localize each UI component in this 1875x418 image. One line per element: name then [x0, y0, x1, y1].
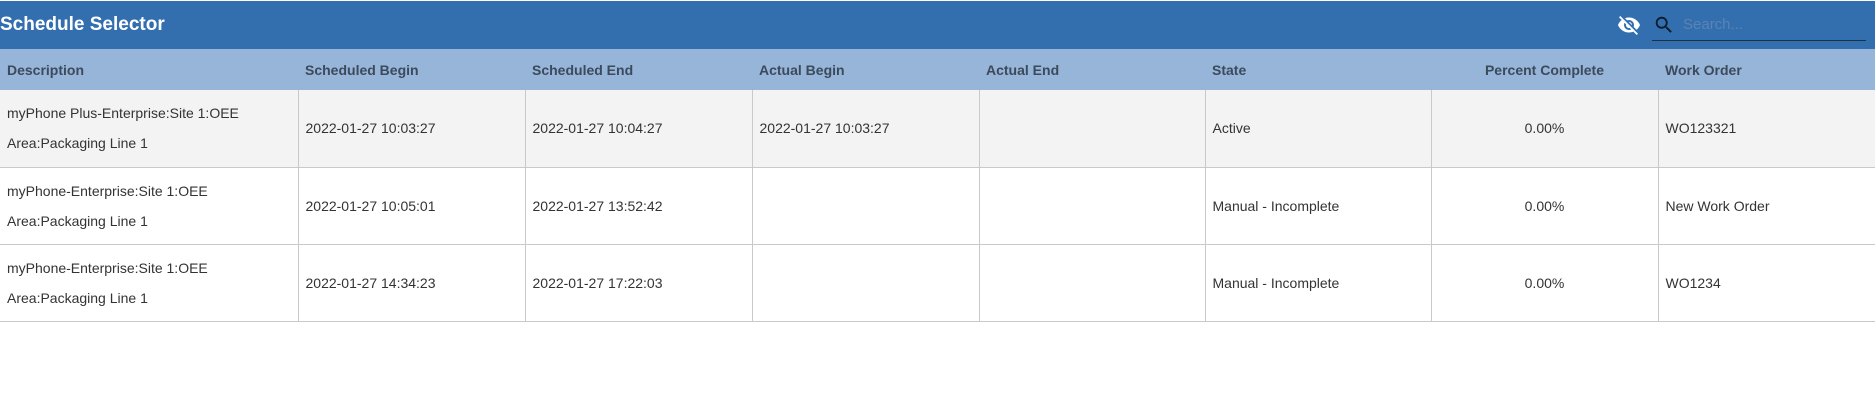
description-line-2: Area:Packaging Line 1: [7, 212, 148, 229]
page-title: Schedule Selector: [0, 14, 165, 35]
column-header-description[interactable]: Description: [0, 49, 298, 90]
column-header-percent-complete[interactable]: Percent Complete: [1431, 49, 1658, 90]
table-row[interactable]: myPhone-Enterprise:Site 1:OEE Area:Packa…: [0, 167, 1875, 244]
cell-actual-end: [979, 244, 1206, 321]
cell-percent-complete: 0.00%: [1431, 167, 1659, 244]
cell-work-order: New Work Order: [1665, 197, 1770, 214]
cell-state: Active: [1205, 90, 1432, 167]
search-input[interactable]: [1683, 16, 1863, 33]
description-line-2: Area:Packaging Line 1: [7, 289, 148, 306]
cell-scheduled-begin: 2022-01-27 10:03:27: [298, 90, 526, 167]
title-bar: Schedule Selector: [0, 1, 1875, 49]
description-line-1: myPhone-Enterprise:Site 1:OEE: [7, 182, 208, 199]
cell-scheduled-begin: 2022-01-27 10:05:01: [298, 167, 526, 244]
cell-percent-complete: 0.00%: [1431, 90, 1659, 167]
cell-description: myPhone Plus-Enterprise:Site 1:OEE Area:…: [0, 90, 299, 167]
cell-work-order: WO1234: [1665, 274, 1721, 291]
column-header-work-order[interactable]: Work Order: [1658, 49, 1875, 90]
column-header-actual-begin[interactable]: Actual Begin: [752, 49, 979, 90]
hide-filter-button[interactable]: [1616, 12, 1642, 38]
header-toolbar: [1616, 1, 1866, 49]
table-row[interactable]: myPhone Plus-Enterprise:Site 1:OEE Area:…: [0, 90, 1875, 167]
description-line-1: myPhone-Enterprise:Site 1:OEE: [7, 259, 208, 276]
cell-description: myPhone-Enterprise:Site 1:OEE Area:Packa…: [0, 244, 299, 321]
cell-actual-end: [979, 90, 1206, 167]
schedule-table: Description Scheduled Begin Scheduled En…: [0, 49, 1875, 322]
cell-actual-end: [979, 167, 1206, 244]
search-icon: [1653, 14, 1675, 36]
cell-actual-begin: 2022-01-27 10:03:27: [752, 90, 980, 167]
cell-state: Manual - Incomplete: [1205, 244, 1432, 321]
cell-scheduled-end: 2022-01-27 10:04:27: [525, 90, 753, 167]
table-header-row: Description Scheduled Begin Scheduled En…: [0, 49, 1875, 90]
cell-actual-begin: [752, 244, 980, 321]
column-header-state[interactable]: State: [1205, 49, 1431, 90]
column-header-actual-end[interactable]: Actual End: [979, 49, 1205, 90]
cell-scheduled-begin: 2022-01-27 14:34:23: [298, 244, 526, 321]
search-box: [1652, 10, 1866, 41]
eye-off-icon: [1618, 16, 1640, 35]
cell-scheduled-end: 2022-01-27 17:22:03: [525, 244, 753, 321]
column-header-scheduled-end[interactable]: Scheduled End: [525, 49, 752, 90]
cell-state: Manual - Incomplete: [1205, 167, 1432, 244]
cell-work-order: WO123321: [1665, 120, 1737, 137]
table-row[interactable]: myPhone-Enterprise:Site 1:OEE Area:Packa…: [0, 244, 1875, 321]
cell-scheduled-end: 2022-01-27 13:52:42: [525, 167, 753, 244]
description-line-2: Area:Packaging Line 1: [7, 135, 148, 152]
cell-actual-begin: [752, 167, 980, 244]
cell-percent-complete: 0.00%: [1431, 244, 1659, 321]
column-header-scheduled-begin[interactable]: Scheduled Begin: [298, 49, 525, 90]
description-line-1: myPhone Plus-Enterprise:Site 1:OEE: [7, 105, 239, 122]
cell-description: myPhone-Enterprise:Site 1:OEE Area:Packa…: [0, 167, 299, 244]
